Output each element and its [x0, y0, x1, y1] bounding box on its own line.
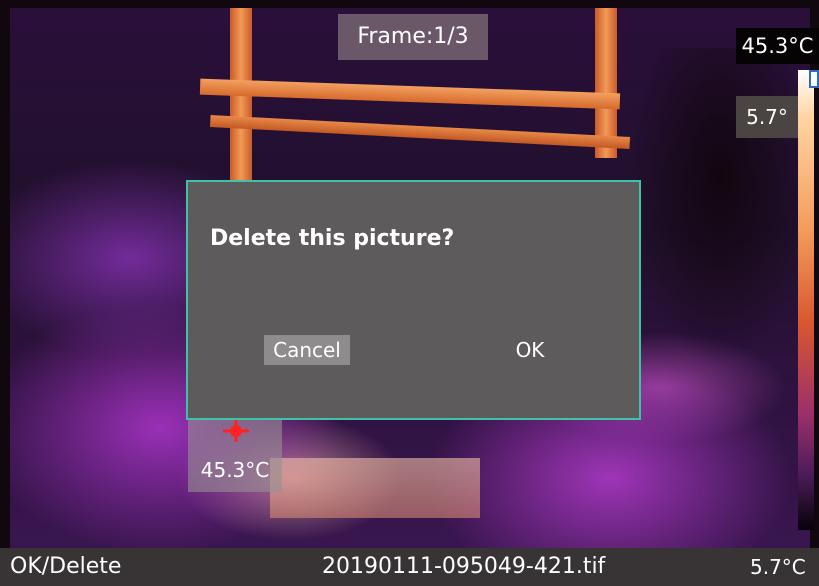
thermal-structure-beam	[209, 115, 631, 149]
crosshair-icon	[223, 420, 249, 442]
frame-indicator: Frame:1/3	[338, 14, 488, 60]
delete-confirm-dialog: Delete this picture? Cancel OK	[186, 180, 641, 420]
colorbar-cursor[interactable]	[809, 70, 819, 88]
file-name: 20190111-095049-421.tif	[322, 554, 606, 579]
ok-button[interactable]: OK	[500, 335, 560, 365]
thermal-structure-pole	[230, 8, 252, 198]
thermal-viewer-screen: Frame:1/3 45.3°C 5.7° 45.3°C Delete this…	[0, 0, 819, 586]
min-temperature-footer: 5.7°C	[750, 555, 806, 579]
action-hint: OK/Delete	[10, 554, 122, 579]
cancel-button[interactable]: Cancel	[264, 335, 350, 365]
palette-colorbar	[798, 70, 814, 530]
dialog-title: Delete this picture?	[210, 226, 455, 251]
min-temperature-label: 5.7°	[736, 96, 798, 138]
thermal-sign-area	[270, 458, 480, 518]
bottom-status-bar: OK/Delete 20190111-095049-421.tif 5.7°C	[0, 548, 819, 586]
hotspot-temperature: 45.3°C	[200, 458, 270, 482]
max-temperature-label: 45.3°C	[736, 28, 819, 64]
thermal-structure-beam	[199, 78, 621, 110]
